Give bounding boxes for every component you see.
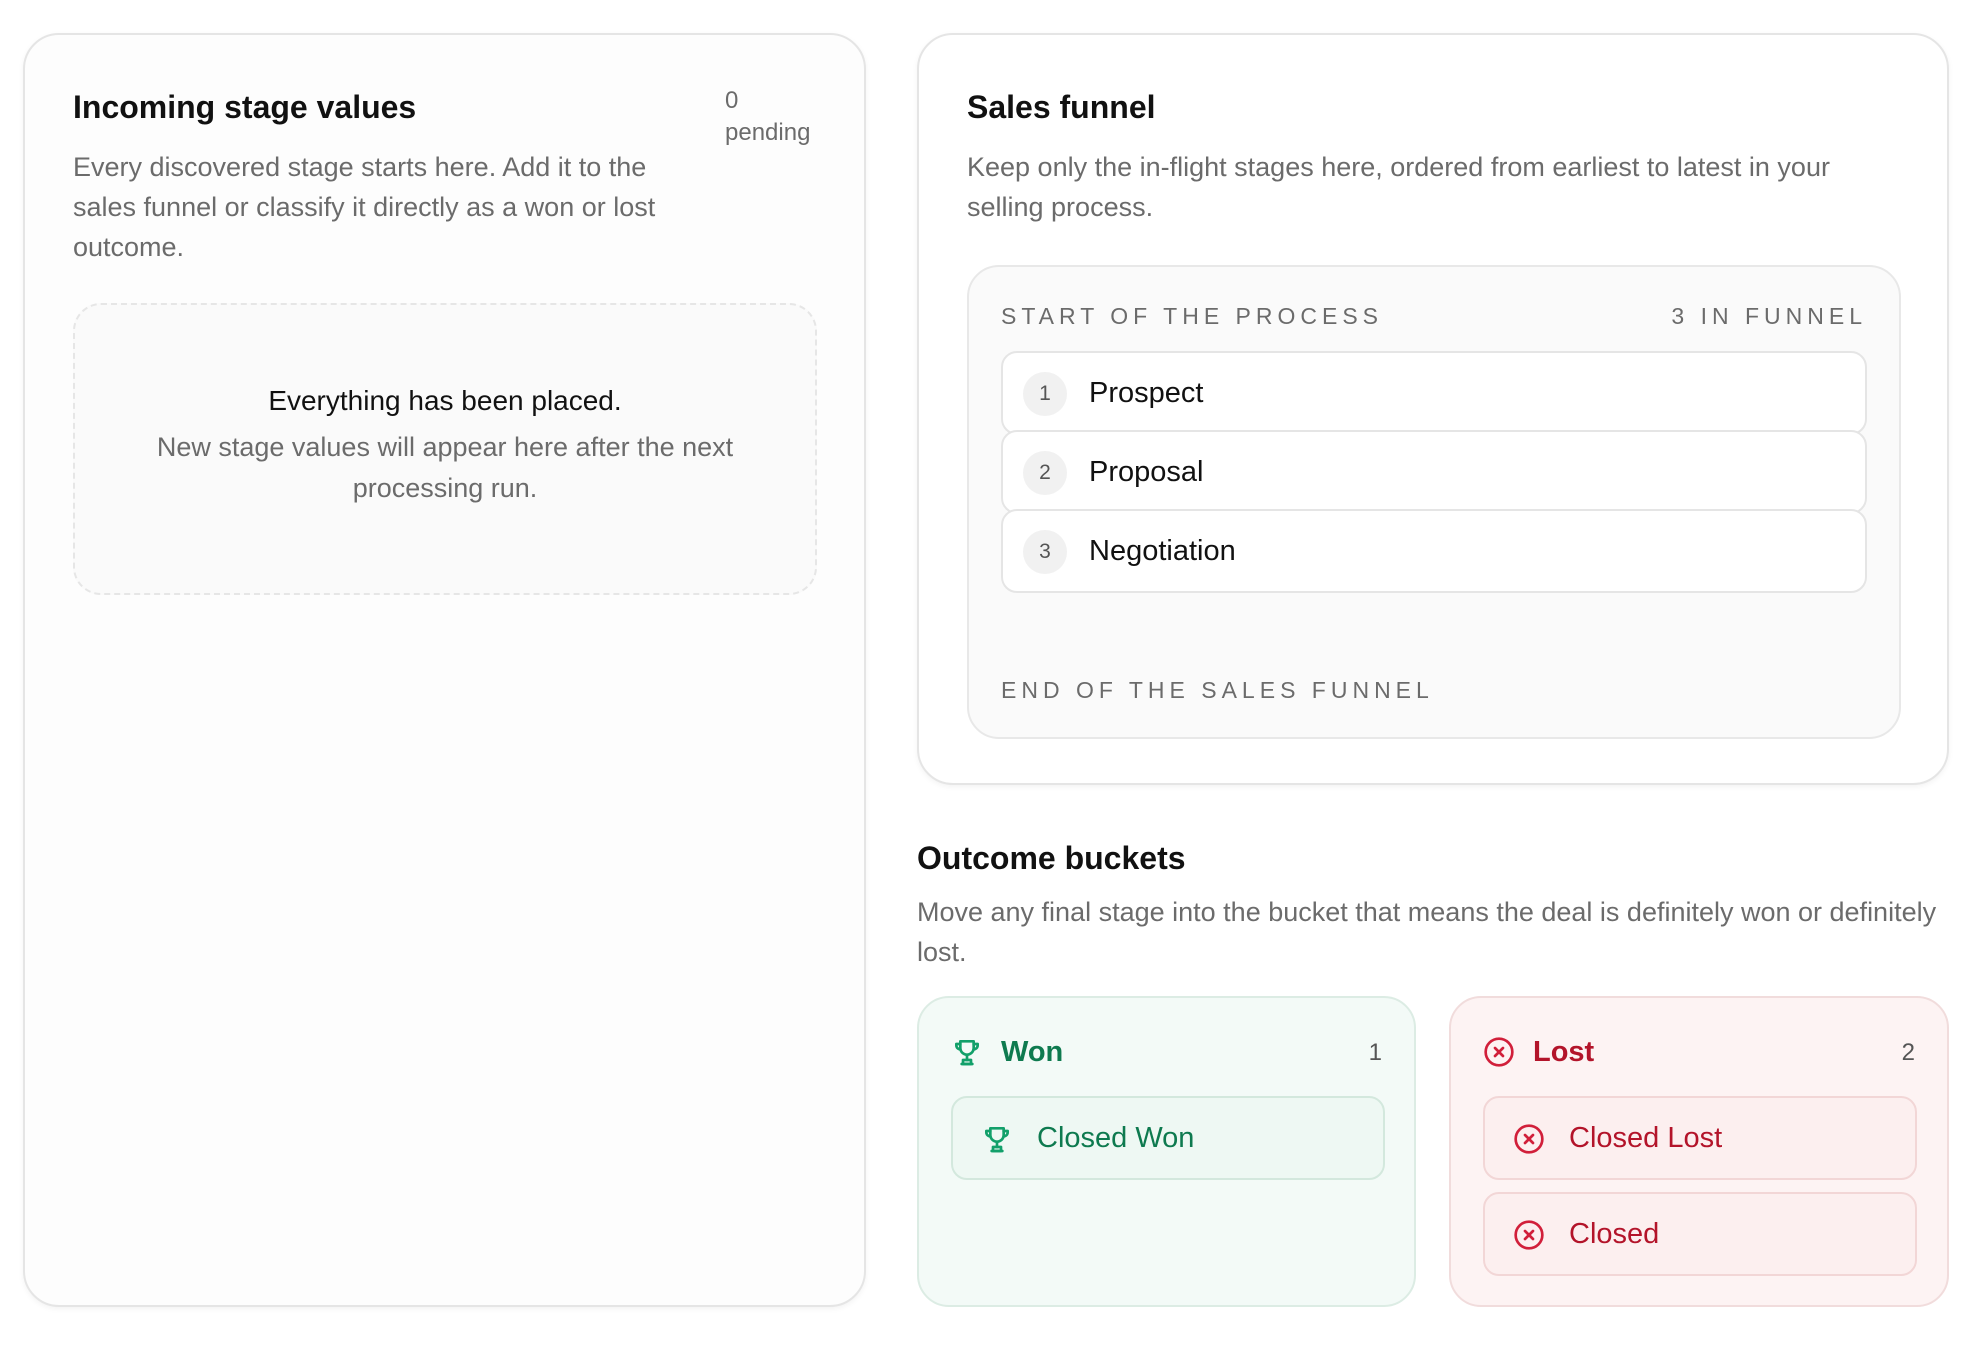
lost-stage-label: Closed [1569,1218,1660,1250]
stage-order-badge: 3 [1023,530,1067,574]
won-stage-card[interactable]: Closed Won [951,1096,1385,1180]
funnel-panel-title: Sales funnel [967,89,1156,125]
incoming-panel-description: Every discovered stage starts here. Add … [73,152,656,262]
empty-state-subtitle: New stage values will appear here after … [156,432,734,503]
x-circle-icon [1514,1220,1544,1250]
stage-label: Negotiation [1089,535,1236,567]
lost-stage-card[interactable]: Closed [1483,1192,1917,1276]
funnel-stage-card[interactable]: 2 Proposal [1001,430,1867,514]
x-circle-icon [1514,1124,1544,1154]
won-bucket-label: Won [1001,1036,1064,1068]
trophy-icon [985,1127,1009,1153]
funnel-count-label: 3 IN FUNNEL [1671,303,1867,329]
x-circle-icon [1484,1037,1514,1067]
incoming-empty-dropzone[interactable]: Everything has been placed. New stage va… [73,303,817,595]
stage-order-badge: 1 [1023,372,1067,416]
outcome-buckets-title: Outcome buckets [917,840,1186,876]
won-stage-label: Closed Won [1037,1122,1195,1154]
funnel-dropzone[interactable]: START OF THE PROCESS 3 IN FUNNEL 1 Prosp… [967,265,1901,739]
pending-label: pending [725,119,811,146]
stage-order-badge: 2 [1023,451,1067,495]
outcome-buckets-description: Move any final stage into the bucket tha… [917,897,1937,967]
won-bucket-count: 1 [1368,1039,1382,1066]
funnel-panel-description: Keep only the in-flight stages here, ord… [967,152,1830,222]
lost-stage-label: Closed Lost [1569,1122,1723,1154]
sales-funnel-panel: Sales funnel Keep only the in-flight sta… [917,33,1949,785]
trophy-icon [955,1040,979,1066]
stage-label: Proposal [1089,456,1204,488]
incoming-panel-title: Incoming stage values [73,89,417,125]
lost-bucket-label: Lost [1533,1036,1595,1068]
funnel-end-label: END OF THE SALES FUNNEL [1001,677,1434,703]
incoming-stage-values-panel: Incoming stage values 0 pending Every di… [23,33,866,1307]
stage-mapping-page: Incoming stage values 0 pending Every di… [0,0,1974,1346]
pending-counter: 0 pending [725,85,810,149]
won-bucket[interactable]: Won 1 Closed Won [917,996,1416,1307]
empty-state-title: Everything has been placed. [268,385,622,416]
lost-stage-card[interactable]: Closed Lost [1483,1096,1917,1180]
lost-bucket-count: 2 [1901,1039,1915,1066]
pending-count: 0 [725,87,739,114]
funnel-stage-card[interactable]: 3 Negotiation [1001,509,1867,593]
lost-bucket[interactable]: Lost 2 Closed Lost Closed [1449,996,1949,1307]
funnel-stage-card[interactable]: 1 Prospect [1001,351,1867,435]
stage-label: Prospect [1089,377,1204,409]
funnel-start-label: START OF THE PROCESS [1001,303,1384,329]
